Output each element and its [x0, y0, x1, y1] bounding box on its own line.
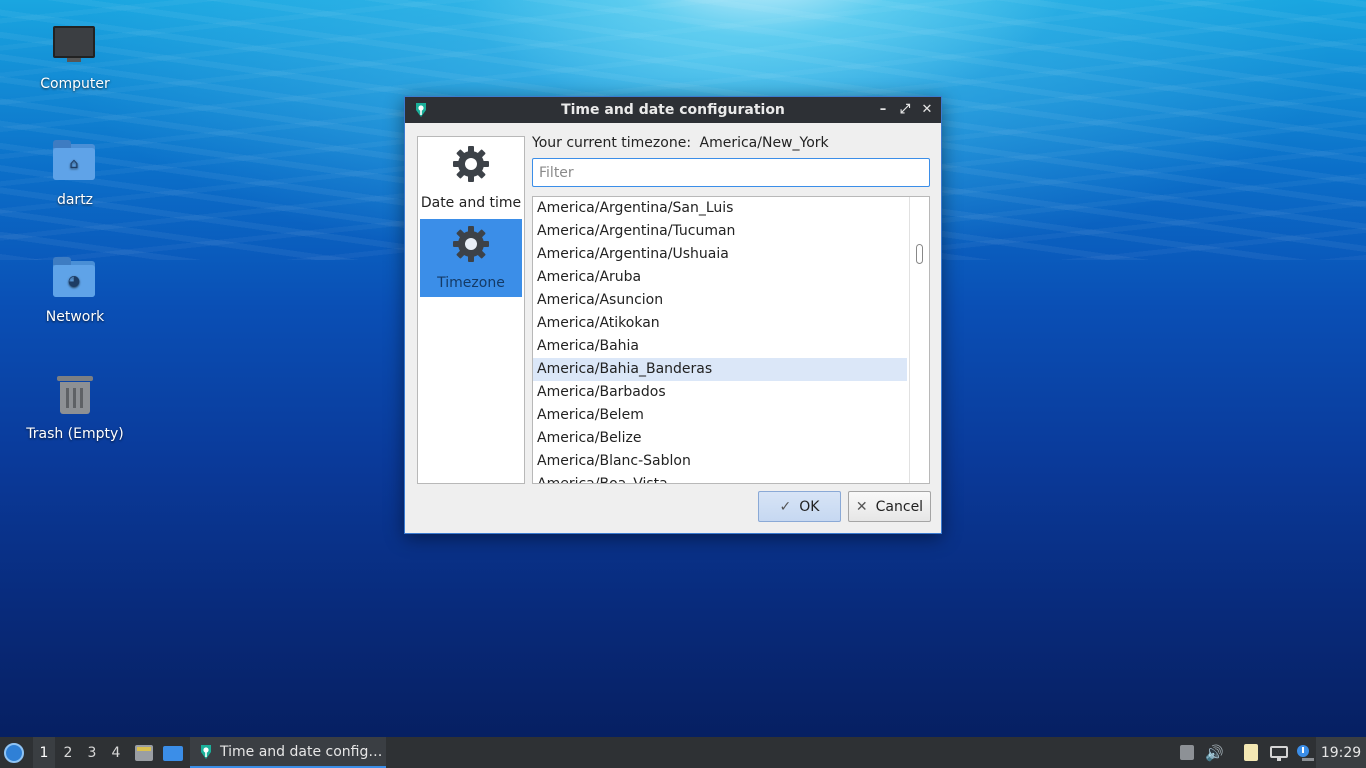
timezone-list[interactable]: America/Argentina/San_Luis America/Argen… — [532, 196, 930, 484]
desktop-icon-computer[interactable]: Computer — [20, 22, 130, 92]
list-item[interactable]: America/Atikokan — [533, 312, 907, 335]
task-time-date-config[interactable]: Time and date config… — [190, 737, 386, 768]
filter-input[interactable] — [532, 158, 930, 187]
network-folder-icon: ◕ — [51, 255, 99, 303]
desktop-icon-label: dartz — [56, 192, 94, 208]
sidebar-item-label: Date and time — [420, 195, 522, 211]
list-item[interactable]: America/Asuncion — [533, 289, 907, 312]
sidebar-item-timezone[interactable]: Timezone — [420, 219, 522, 297]
show-desktop-icon[interactable] — [161, 744, 183, 762]
settings-sidebar: Date and time Timezone — [417, 136, 525, 484]
desktop-icon-home[interactable]: ⌂ dartz — [20, 138, 130, 208]
start-menu-button[interactable] — [4, 737, 28, 768]
list-item[interactable]: America/Argentina/Ushuaia — [533, 243, 907, 266]
close-icon: ✕ — [855, 498, 868, 515]
app-icon — [201, 744, 211, 759]
desktop-icon-label: Trash (Empty) — [26, 426, 124, 442]
list-item[interactable]: America/Boa_Vista — [533, 473, 907, 483]
clipboard-icon[interactable] — [1242, 744, 1260, 761]
desktop-icon-network[interactable]: ◕ Network — [20, 255, 130, 325]
current-timezone: Your current timezone: America/New_York — [532, 135, 829, 151]
ok-button[interactable]: ✓ OK — [758, 491, 841, 522]
list-item[interactable]: America/Argentina/San_Luis — [533, 197, 907, 220]
gear-icon — [453, 226, 489, 262]
list-item[interactable]: America/Bahia — [533, 335, 907, 358]
cancel-label: Cancel — [875, 498, 924, 515]
workspace-3[interactable]: 3 — [81, 737, 103, 768]
list-item[interactable]: America/Aruba — [533, 266, 907, 289]
sidebar-item-label: Timezone — [437, 275, 505, 291]
network-icon[interactable] — [1270, 744, 1288, 761]
volume-icon[interactable]: 🔊 — [1205, 744, 1224, 762]
ok-label: OK — [799, 498, 820, 515]
list-item[interactable]: America/Belize — [533, 427, 907, 450]
desktop-icon-trash[interactable]: Trash (Empty) — [20, 372, 130, 442]
lxqt-logo-icon — [4, 742, 24, 763]
home-folder-icon: ⌂ — [51, 138, 99, 186]
list-item[interactable]: America/Belem — [533, 404, 907, 427]
clock[interactable]: 19:29 — [1316, 737, 1366, 768]
workspace-1[interactable]: 1 — [33, 737, 55, 768]
workspace-2[interactable]: 2 — [57, 737, 79, 768]
sidebar-item-date-and-time[interactable]: Date and time — [420, 139, 522, 217]
list-item[interactable]: America/Blanc-Sablon — [533, 450, 907, 473]
list-scrollbar[interactable] — [909, 197, 929, 483]
current-timezone-label: Your current timezone: — [532, 135, 692, 151]
dialog-title: Time and date configuration — [561, 102, 785, 118]
notification-icon[interactable] — [1296, 744, 1314, 761]
eject-icon[interactable] — [1178, 744, 1196, 761]
desktop-icon-label: Network — [45, 309, 105, 325]
current-timezone-value: America/New_York — [699, 135, 829, 151]
close-button[interactable]: ✕ — [919, 100, 935, 118]
list-item[interactable]: America/Barbados — [533, 381, 907, 404]
app-icon — [416, 103, 426, 117]
file-manager-launcher-icon[interactable] — [133, 744, 155, 762]
time-date-dialog: Time and date configuration – ⤢ ✕ Date a… — [404, 96, 942, 534]
gear-icon — [453, 146, 489, 182]
taskbar: 1 2 3 4 Time and date config… 🔊 19:29 — [0, 737, 1366, 768]
checkmark-icon: ✓ — [779, 498, 792, 515]
maximize-button[interactable]: ⤢ — [897, 100, 913, 118]
trash-icon — [51, 372, 99, 420]
scroll-thumb[interactable] — [916, 244, 923, 264]
task-label: Time and date config… — [220, 743, 383, 760]
list-item-selected[interactable]: America/Bahia_Banderas — [533, 358, 907, 381]
computer-icon — [51, 22, 99, 70]
cancel-button[interactable]: ✕ Cancel — [848, 491, 931, 522]
minimize-button[interactable]: – — [875, 100, 891, 118]
list-item[interactable]: America/Argentina/Tucuman — [533, 220, 907, 243]
desktop-icon-label: Computer — [40, 76, 110, 92]
dialog-titlebar[interactable]: Time and date configuration – ⤢ ✕ — [405, 97, 941, 123]
workspace-4[interactable]: 4 — [105, 737, 127, 768]
